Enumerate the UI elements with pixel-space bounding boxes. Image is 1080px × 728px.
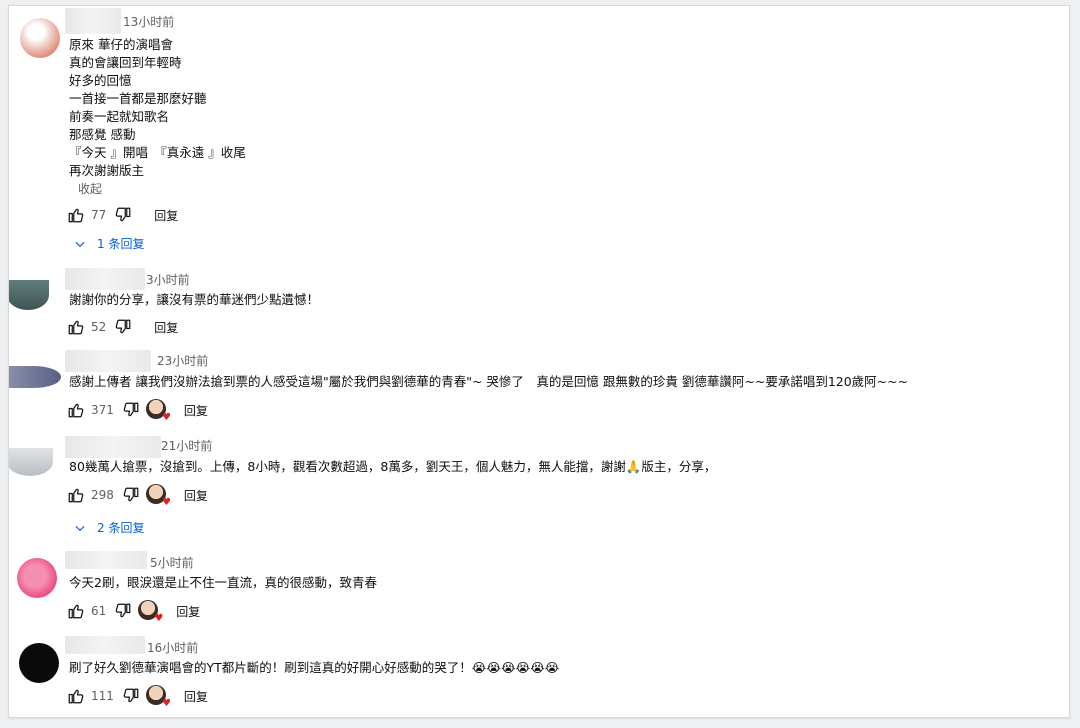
author-name-blurred[interactable] — [65, 268, 145, 290]
like-count: 52 — [91, 320, 107, 334]
creator-heart-badge: ♥ — [145, 399, 171, 423]
comment-time: 3小时前 — [146, 273, 190, 287]
comment-text-line: 刷了好久劉德華演唱會的YT都片斷的！刷到這真的好開心好感動的哭了！😭😭😭😭😭😭 — [69, 660, 560, 675]
reply-button[interactable]: 回复 — [184, 402, 208, 419]
thumbs-down-icon[interactable] — [122, 401, 140, 419]
comment-text-line: 一首接一首都是那麼好聽 — [69, 91, 207, 106]
reply-button[interactable]: 回复 — [154, 207, 178, 224]
heart-icon: ♥ — [161, 412, 171, 423]
thumbs-down-icon[interactable] — [114, 602, 132, 620]
creator-heart-badge: ♥ — [145, 484, 171, 508]
avatar[interactable] — [9, 448, 53, 476]
thumbs-down-icon[interactable] — [114, 206, 132, 224]
author-name-blurred[interactable] — [65, 350, 151, 372]
chevron-down-icon — [75, 525, 85, 531]
thumbs-down-icon[interactable] — [114, 318, 132, 336]
like-count: 371 — [91, 403, 114, 417]
thumbs-up-icon[interactable] — [67, 206, 85, 224]
replies-count-label: 2 条回复 — [97, 521, 145, 535]
view-replies-button[interactable]: 2 条回复 — [73, 519, 144, 536]
creator-heart-badge: ♥ — [145, 685, 171, 709]
thumbs-up-icon[interactable] — [67, 486, 85, 504]
comment-text-line: 前奏一起就知歌名 — [69, 109, 170, 124]
avatar[interactable] — [19, 643, 59, 683]
comment-text-line: 再次謝謝版主 — [69, 163, 145, 178]
author-name-blurred[interactable] — [65, 8, 121, 34]
heart-icon: ♥ — [161, 698, 171, 709]
comment-text-line: 謝謝你的分享，讓沒有票的華迷們少點遺憾！ — [69, 292, 320, 307]
comment-actions: 298 ♥ 回复 — [67, 484, 208, 508]
comment-actions: 371 ♥ 回复 — [67, 399, 208, 423]
reply-button[interactable]: 回复 — [176, 603, 200, 620]
view-replies-button[interactable]: 1 条回复 — [73, 235, 144, 252]
comment-time: 5小时前 — [150, 556, 194, 570]
comment-time: 16小时前 — [147, 641, 199, 655]
comment-actions: 111 ♥ 回复 — [67, 685, 208, 709]
comment-text-line: 原來 華仔的演唱會 — [69, 37, 173, 52]
thumbs-up-icon[interactable] — [67, 401, 85, 419]
comment-text-line: 真的會讓回到年輕時 — [69, 55, 182, 70]
comment-text-line: 80幾萬人搶票，沒搶到。上傳，8小時，觀看次數超過，8萬多，劉天王，個人魅力，無… — [69, 459, 717, 474]
thumbs-up-icon[interactable] — [67, 318, 85, 336]
thumbs-up-icon[interactable] — [67, 687, 85, 705]
avatar[interactable] — [20, 18, 60, 58]
comment-time: 13小时前 — [123, 15, 175, 29]
comment-text-line: 今天2刷，眼淚還是止不住一直流，真的很感動，致青春 — [69, 575, 377, 590]
author-name-blurred[interactable] — [65, 551, 147, 569]
comment-time: 23小时前 — [157, 354, 209, 368]
collapse-button[interactable]: 收起 — [78, 180, 102, 197]
comment-text-line: 感謝上傳者 讓我們沒辦法搶到票的人感受這場"屬於我們與劉德華的青春"~ 哭慘了 … — [69, 374, 909, 389]
comment-actions: 77 回复 — [67, 204, 178, 226]
avatar[interactable] — [9, 280, 49, 310]
like-count: 298 — [91, 488, 114, 502]
reply-button[interactable]: 回复 — [184, 487, 208, 504]
like-count: 111 — [91, 689, 114, 703]
comment-actions: 61 ♥ 回复 — [67, 600, 200, 624]
chevron-down-icon — [75, 241, 85, 247]
replies-count-label: 1 条回复 — [97, 237, 145, 251]
heart-icon: ♥ — [161, 497, 171, 508]
avatar[interactable] — [9, 366, 61, 388]
thumbs-up-icon[interactable] — [67, 602, 85, 620]
comment-text-line: 好多的回憶 — [69, 73, 132, 88]
heart-icon: ♥ — [154, 613, 164, 624]
creator-heart-badge: ♥ — [138, 600, 164, 624]
thumbs-down-icon[interactable] — [122, 687, 140, 705]
comment-text-line: 『今天 』開唱 『真永遠 』收尾 — [69, 145, 246, 160]
thumbs-down-icon[interactable] — [122, 486, 140, 504]
avatar[interactable] — [17, 558, 57, 598]
reply-button[interactable]: 回复 — [184, 688, 208, 705]
like-count: 77 — [91, 208, 107, 222]
author-name-blurred[interactable] — [65, 436, 161, 458]
reply-button[interactable]: 回复 — [154, 319, 178, 336]
comments-panel: 13小时前 原來 華仔的演唱會 真的會讓回到年輕時 好多的回憶 一首接一首都是那… — [8, 5, 1070, 718]
comment-time: 21小时前 — [161, 439, 213, 453]
like-count: 61 — [91, 604, 107, 618]
comment-text-line: 那感覺 感動 — [69, 127, 136, 142]
comment-actions: 52 回复 — [67, 316, 178, 338]
author-name-blurred[interactable] — [65, 636, 145, 654]
